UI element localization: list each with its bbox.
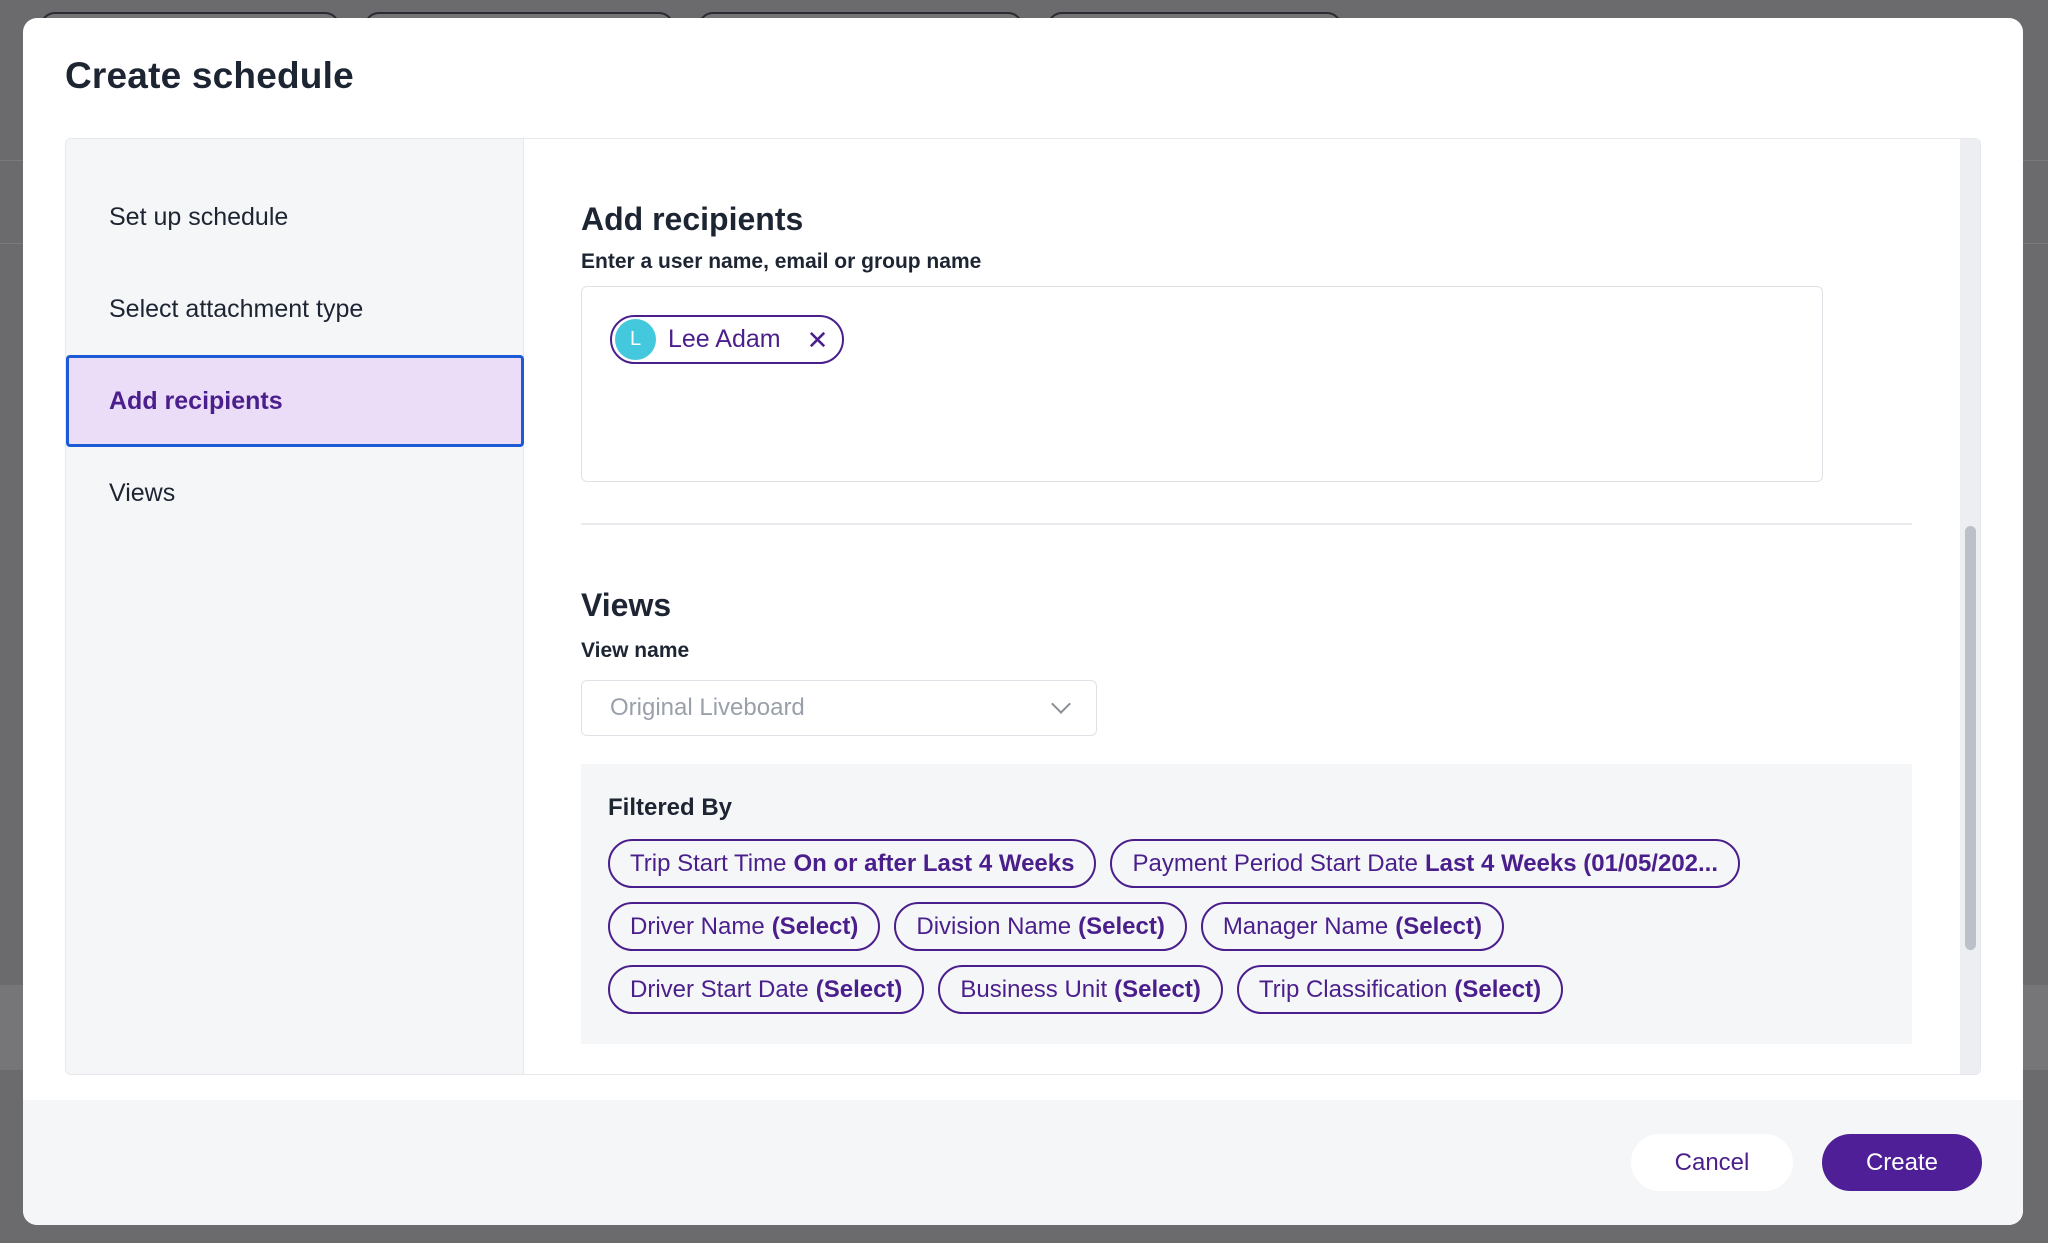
- filter-chip-business-unit[interactable]: Business Unit (Select): [938, 965, 1223, 1014]
- views-heading: Views: [581, 587, 672, 623]
- step-set-up-schedule[interactable]: Set up schedule: [66, 171, 524, 263]
- recipients-field-label: Enter a user name, email or group name: [581, 250, 982, 273]
- filter-value: (Select): [1454, 975, 1542, 1003]
- filter-chip-trip-classification[interactable]: Trip Classification (Select): [1236, 965, 1564, 1014]
- filter-name: Driver Name: [630, 912, 765, 940]
- view-name-select[interactable]: Original Liveboard: [581, 680, 1097, 736]
- close-icon[interactable]: ✕: [807, 327, 829, 353]
- filter-chip-manager-name[interactable]: Manager Name (Select): [1200, 902, 1504, 951]
- filter-value: (Select): [815, 975, 903, 1003]
- panel-scrollbar[interactable]: [1960, 139, 1980, 1074]
- modal-title: Create schedule: [65, 55, 354, 96]
- filter-name: Payment Period Start Date: [1132, 849, 1418, 877]
- step-views[interactable]: Views: [66, 447, 524, 539]
- modal-footer: Cancel Create: [23, 1100, 2023, 1225]
- filter-name: Trip Start Time: [630, 849, 787, 877]
- filter-name: Division Name: [916, 912, 1072, 940]
- filter-chip-driver-start-date[interactable]: Driver Start Date (Select): [608, 965, 925, 1014]
- filter-name: Trip Classification: [1258, 975, 1448, 1003]
- section-divider: [581, 523, 1912, 525]
- filter-name: Business Unit: [960, 975, 1108, 1003]
- filter-name: Driver Start Date: [630, 975, 809, 1003]
- recipient-chip[interactable]: L Lee Adam ✕: [610, 315, 845, 364]
- filter-chip-payment-period-start-date[interactable]: Payment Period Start Date Last 4 Weeks (0…: [1110, 839, 1741, 888]
- create-schedule-modal: Create schedule Set up schedule Select a…: [23, 18, 2023, 1225]
- steps-sidebar: Set up schedule Select attachment type A…: [66, 139, 524, 1074]
- filter-value: (Select): [771, 912, 859, 940]
- step-select-attachment-type[interactable]: Select attachment type: [66, 263, 524, 355]
- chevron-down-icon: [1051, 694, 1071, 714]
- background-block: [0, 985, 23, 1070]
- filter-value: Last 4 Weeks (01/05/202...: [1424, 849, 1719, 877]
- modal-content: Set up schedule Select attachment type A…: [65, 138, 1981, 1075]
- create-button[interactable]: Create: [1822, 1134, 1982, 1191]
- step-add-recipients[interactable]: Add recipients: [66, 355, 524, 447]
- view-name-label: View name: [581, 639, 690, 662]
- filtered-by-title: Filtered By: [608, 794, 733, 821]
- view-name-value: Original Liveboard: [610, 694, 805, 721]
- filter-value: On or after Last 4 Weeks: [793, 849, 1075, 877]
- scrollbar-thumb[interactable]: [1965, 526, 1976, 950]
- background-block: [2023, 985, 2048, 1070]
- filter-row: Driver Name (Select) Division Name (Select…: [608, 902, 1504, 951]
- recipient-name: Lee Adam: [668, 325, 781, 353]
- filter-row: Trip Start Time On or after Last 4 Weeks …: [608, 839, 1741, 888]
- filter-row: Driver Start Date (Select) Business Unit(…: [608, 965, 1564, 1014]
- filter-name: Manager Name: [1222, 912, 1389, 940]
- cancel-button[interactable]: Cancel: [1631, 1134, 1793, 1191]
- filter-value: (Select): [1078, 912, 1165, 940]
- step-panel: Add recipients Enter a user name, email …: [525, 139, 1980, 1074]
- filter-chip-driver-name[interactable]: Driver Name (Select): [608, 902, 881, 951]
- filter-value: (Select): [1114, 975, 1201, 1003]
- filter-chip-trip-start-time[interactable]: Trip Start Time On or after Last 4 Weeks: [608, 839, 1097, 888]
- filtered-by-panel: Filtered By Trip Start Time On or after L…: [581, 764, 1912, 1044]
- filter-chip-division-name[interactable]: Division Name (Select): [894, 902, 1187, 951]
- filter-value: (Select): [1395, 912, 1482, 940]
- recipients-input[interactable]: L Lee Adam ✕: [581, 286, 1823, 482]
- avatar: L: [615, 319, 656, 360]
- recipients-heading: Add recipients: [581, 201, 804, 237]
